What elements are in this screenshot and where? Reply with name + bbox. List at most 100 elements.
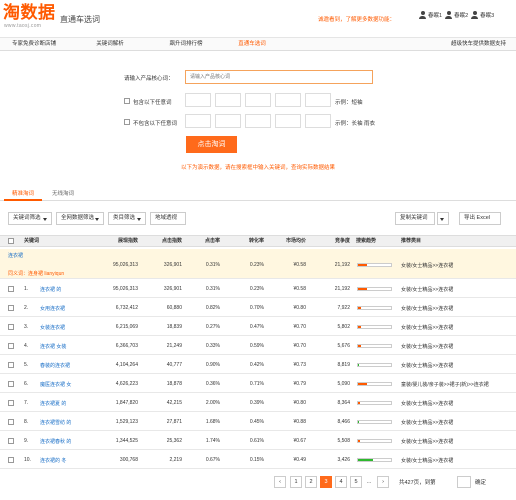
price-value: ¥0.88 bbox=[293, 419, 306, 425]
exclude-word-field[interactable] bbox=[275, 114, 301, 128]
table-row[interactable]: 4. 连衣裙 女装 6,366,703 21,249 0.33% 0.59% ¥0.70 5,… bbox=[0, 337, 516, 355]
page-button[interactable]: 1 bbox=[290, 476, 302, 488]
next-page-button[interactable]: › bbox=[377, 476, 389, 488]
price-value: ¥0.58 bbox=[293, 262, 306, 268]
keyword-filter-dropdown[interactable]: 关键词筛选 bbox=[8, 212, 52, 225]
row-checkbox[interactable] bbox=[8, 362, 14, 368]
select-all-checkbox[interactable] bbox=[8, 238, 14, 244]
col-keyword[interactable]: 关键词 bbox=[24, 236, 39, 246]
clicks-value: 18,878 bbox=[166, 381, 182, 387]
row-keyword[interactable]: 连衣裙夏 的 bbox=[40, 400, 66, 407]
table-row[interactable]: 2. 女用连衣裙 6,732,412 60,880 0.82% 0.70% ¥0.80 7,9… bbox=[0, 299, 516, 317]
table-row[interactable]: 3. 女装连衣裙 6,215,069 18,839 0.27% 0.47% ¥0.70 5,8… bbox=[0, 318, 516, 336]
impressions-value: 1,847,820 bbox=[115, 400, 138, 406]
include-word-field[interactable] bbox=[275, 93, 301, 107]
col-impressions[interactable]: 展现指数 bbox=[94, 236, 138, 246]
table-row[interactable]: 5. 春装的连衣裙 4,104,264 40,777 0.90% 0.42% ¥0.73 8,… bbox=[0, 356, 516, 374]
row-keyword[interactable]: 连衣裙 的 bbox=[40, 286, 61, 293]
trend-bar bbox=[357, 363, 392, 367]
nav-data-support[interactable]: 超级快车提供数据支持 bbox=[451, 38, 506, 51]
exclude-checkbox[interactable] bbox=[124, 119, 130, 125]
row-keyword[interactable]: 女装连衣裙 bbox=[40, 324, 65, 331]
nav-item-ztc-keywords[interactable]: 直通车选词 bbox=[228, 38, 276, 51]
category-filter-dropdown[interactable]: 类目筛选 bbox=[108, 212, 146, 225]
exclude-word-field[interactable] bbox=[185, 114, 211, 128]
trend-bar bbox=[357, 287, 392, 291]
copy-options-dropdown[interactable] bbox=[437, 212, 449, 225]
page-button[interactable]: 4 bbox=[335, 476, 347, 488]
row-checkbox[interactable] bbox=[8, 438, 14, 444]
row-checkbox[interactable] bbox=[8, 305, 14, 311]
row-keyword[interactable]: 女用连衣裙 bbox=[40, 305, 65, 312]
parent-keyword-row[interactable]: 连衣裙 95,026,313 326,901 0.31% 0.23% ¥0.58… bbox=[0, 249, 516, 279]
exclude-word-field[interactable] bbox=[305, 114, 331, 128]
similar-keywords: 同义词：连身裙 lianyiqun bbox=[8, 271, 65, 277]
copy-keywords-button[interactable]: 复制关键词 bbox=[395, 212, 435, 225]
row-checkbox[interactable] bbox=[8, 324, 14, 330]
col-trend[interactable]: 搜索趋势 bbox=[356, 236, 376, 246]
row-checkbox[interactable] bbox=[8, 457, 14, 463]
row-keyword[interactable]: 连衣裙春秋 的 bbox=[40, 438, 71, 445]
col-clicks[interactable]: 点击指数 bbox=[140, 236, 182, 246]
include-checkbox[interactable] bbox=[124, 98, 130, 104]
col-category[interactable]: 推荐类目 bbox=[401, 236, 421, 246]
nav-item-rising-rank[interactable]: 飙升词排行榜 bbox=[156, 38, 216, 51]
chevron-down-icon bbox=[137, 217, 141, 221]
region-perspective-button[interactable]: 地域透视 bbox=[150, 212, 186, 225]
col-cvr[interactable]: 转化率 bbox=[222, 236, 264, 246]
include-word-field[interactable] bbox=[305, 93, 331, 107]
row-checkbox[interactable] bbox=[8, 419, 14, 425]
clicks-value: 21,249 bbox=[166, 343, 182, 349]
row-number: 4. bbox=[24, 343, 29, 349]
user-link[interactable]: 春眠2 bbox=[445, 11, 468, 19]
trend-bar-fill bbox=[358, 264, 367, 266]
row-checkbox[interactable] bbox=[8, 286, 14, 292]
search-button[interactable]: 点击淘词 bbox=[186, 136, 237, 153]
nav-item-keyword-analysis[interactable]: 关键词解析 bbox=[88, 38, 132, 51]
col-ctr[interactable]: 点击率 bbox=[184, 236, 220, 246]
row-keyword[interactable]: 春装的连衣裙 bbox=[40, 362, 70, 369]
tab-precise[interactable]: 精准淘词 bbox=[4, 187, 42, 201]
table-row[interactable]: 6. 魔医连衣裙 女 4,626,223 18,878 0.36% 0.71% ¥0.79 5… bbox=[0, 375, 516, 393]
include-word-field[interactable] bbox=[215, 93, 241, 107]
col-price[interactable]: 市场均价 bbox=[266, 236, 306, 246]
row-checkbox[interactable] bbox=[8, 343, 14, 349]
nav-item-diagnosis[interactable]: 专家免费诊断店铺 bbox=[6, 38, 62, 51]
page-go-button[interactable]: 确定 bbox=[475, 478, 486, 486]
user-link[interactable]: 春眠3 bbox=[471, 11, 494, 19]
table-row[interactable]: 7. 连衣裙夏 的 1,847,820 42,215 2.00% 0.39% ¥0.80 8,… bbox=[0, 394, 516, 412]
table-row[interactable]: 1. 连衣裙 的 95,026,313 326,901 0.31% 0.23% ¥0.58 2… bbox=[0, 280, 516, 298]
row-keyword[interactable]: 连衣裙的 冬 bbox=[40, 457, 66, 464]
page-jump-input[interactable] bbox=[457, 476, 471, 488]
tab-wireless[interactable]: 无线淘词 bbox=[44, 187, 82, 201]
table-row[interactable]: 8. 连衣裙雪纺 的 1,529,123 27,871 1.68% 0.45% ¥0.88 8… bbox=[0, 413, 516, 431]
prev-page-button[interactable]: ‹ bbox=[274, 476, 286, 488]
col-competition[interactable]: 竞争度 bbox=[310, 236, 350, 246]
include-word-field[interactable] bbox=[245, 93, 271, 107]
page-button[interactable]: 2 bbox=[305, 476, 317, 488]
logo[interactable]: 淘数据 www.taosj.com bbox=[3, 3, 59, 29]
page-button-current[interactable]: 3 bbox=[320, 476, 332, 488]
include-word-field[interactable] bbox=[185, 93, 211, 107]
cvr-value: 0.39% bbox=[249, 400, 264, 406]
cvr-value: 0.23% bbox=[249, 262, 264, 268]
user-link[interactable]: 春眠1 bbox=[419, 11, 442, 19]
exclude-word-field[interactable] bbox=[245, 114, 271, 128]
impressions-value: 300,768 bbox=[119, 457, 138, 463]
network-filter-dropdown[interactable]: 全网数据筛选 bbox=[56, 212, 104, 225]
competition-value: 5,090 bbox=[337, 381, 350, 387]
export-excel-button[interactable]: 导出 Excel bbox=[459, 212, 501, 225]
row-keyword[interactable]: 连衣裙雪纺 的 bbox=[40, 419, 71, 426]
page-button[interactable]: 5 bbox=[350, 476, 362, 488]
exclude-word-field[interactable] bbox=[215, 114, 241, 128]
parent-keyword[interactable]: 连衣裙 bbox=[8, 252, 23, 259]
keyword-input[interactable] bbox=[185, 70, 373, 84]
main-nav: 专家免费诊断店铺 关键词解析 飙升词排行榜 直通车选词 超级快车提供数据支持 bbox=[0, 37, 516, 51]
table-row[interactable]: 10. 连衣裙的 冬 300,768 2,219 0.67% 0.15% ¥0.49 3,42… bbox=[0, 451, 516, 469]
row-keyword[interactable]: 连衣裙 女装 bbox=[40, 343, 66, 350]
cvr-value: 0.71% bbox=[249, 381, 264, 387]
row-checkbox[interactable] bbox=[8, 381, 14, 387]
row-keyword[interactable]: 魔医连衣裙 女 bbox=[40, 381, 71, 388]
table-row[interactable]: 9. 连衣裙春秋 的 1,344,525 25,362 1.74% 0.61% ¥0.67 5… bbox=[0, 432, 516, 450]
row-checkbox[interactable] bbox=[8, 400, 14, 406]
